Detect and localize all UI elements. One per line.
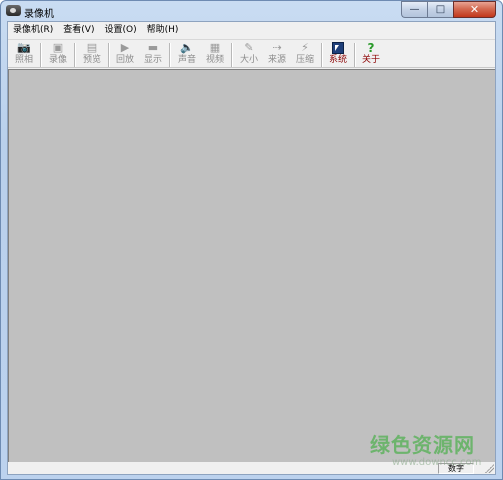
playback-button[interactable]: ▶ 回放 <box>111 41 139 68</box>
photo-button[interactable]: 📷 照相 <box>10 41 38 68</box>
preview-button[interactable]: ▤ 预览 <box>78 41 106 68</box>
menu-settings[interactable]: 设置(O) <box>99 22 141 39</box>
menu-view[interactable]: 查看(V) <box>58 22 99 39</box>
display-label: 显示 <box>143 55 162 65</box>
preview-label: 预览 <box>82 55 101 65</box>
display-button[interactable]: ▬ 显示 <box>139 41 167 68</box>
menu-bar: 录像机(R) 查看(V) 设置(O) 帮助(H) <box>8 22 495 39</box>
audio-label: 声音 <box>177 55 196 65</box>
toolbar-separator <box>354 43 356 67</box>
system-button[interactable]: 系统 <box>324 41 352 68</box>
about-label: 关于 <box>361 55 380 65</box>
toolbar: 📷 照相 ▣ 录像 ▤ 预览 ▶ 回放 ▬ 显示 🔈 声音 ▦ 视频 ✎ 大小 … <box>8 39 495 68</box>
window-controls: — □ ✕ <box>401 1 496 18</box>
menu-help[interactable]: 帮助(H) <box>142 22 184 39</box>
minimize-button[interactable]: — <box>401 1 427 18</box>
toolbar-separator <box>169 43 171 67</box>
client-area: 录像机(R) 查看(V) 设置(O) 帮助(H) 📷 照相 ▣ 录像 ▤ 预览 … <box>7 21 496 475</box>
size-label: 大小 <box>239 55 258 65</box>
video-label: 视频 <box>205 55 224 65</box>
source-icon: ⇢ <box>272 41 282 54</box>
toolbar-separator <box>321 43 323 67</box>
source-button[interactable]: ⇢ 来源 <box>263 41 291 68</box>
about-button[interactable]: ? 关于 <box>357 41 385 68</box>
toolbar-separator <box>74 43 76 67</box>
video-button[interactable]: ▦ 视频 <box>201 41 229 68</box>
compress-icon: ⚡ <box>301 41 309 54</box>
compress-button[interactable]: ⚡ 压缩 <box>291 41 319 68</box>
window-title: 录像机 <box>24 9 54 20</box>
resize-grip[interactable] <box>484 463 494 473</box>
status-panel-numlock: 数字 <box>438 463 474 474</box>
audio-button[interactable]: 🔈 声音 <box>173 41 201 68</box>
app-icon[interactable] <box>6 5 21 16</box>
photo-label: 照相 <box>14 55 33 65</box>
film-icon: ▦ <box>209 41 221 54</box>
video-display-area[interactable] <box>8 69 495 462</box>
title-bar[interactable]: 录像机 — □ ✕ <box>1 1 502 21</box>
system-icon <box>332 42 344 54</box>
app-window: 录像机 — □ ✕ 录像机(R) 查看(V) 设置(O) 帮助(H) 📷 照相 … <box>0 0 503 480</box>
video-camera-icon: ▣ <box>52 41 64 54</box>
playback-label: 回放 <box>115 55 134 65</box>
play-icon: ▶ <box>120 41 130 54</box>
source-label: 来源 <box>267 55 286 65</box>
toolbar-separator <box>40 43 42 67</box>
size-button[interactable]: ✎ 大小 <box>235 41 263 68</box>
camera-icon: 📷 <box>17 41 31 54</box>
system-label: 系统 <box>328 55 347 65</box>
menu-recorder[interactable]: 录像机(R) <box>8 22 58 39</box>
maximize-button[interactable]: □ <box>427 1 453 18</box>
close-button[interactable]: ✕ <box>453 1 496 18</box>
compress-label: 压缩 <box>295 55 314 65</box>
status-bar: 数字 <box>8 462 495 474</box>
toolbar-separator <box>231 43 233 67</box>
record-button[interactable]: ▣ 录像 <box>44 41 72 68</box>
monitor-icon: ▤ <box>86 41 98 54</box>
toolbar-separator <box>108 43 110 67</box>
resize-icon: ✎ <box>244 41 254 54</box>
record-label: 录像 <box>48 55 67 65</box>
help-icon: ? <box>367 41 375 55</box>
display-icon: ▬ <box>147 41 159 54</box>
speaker-icon: 🔈 <box>180 41 194 54</box>
